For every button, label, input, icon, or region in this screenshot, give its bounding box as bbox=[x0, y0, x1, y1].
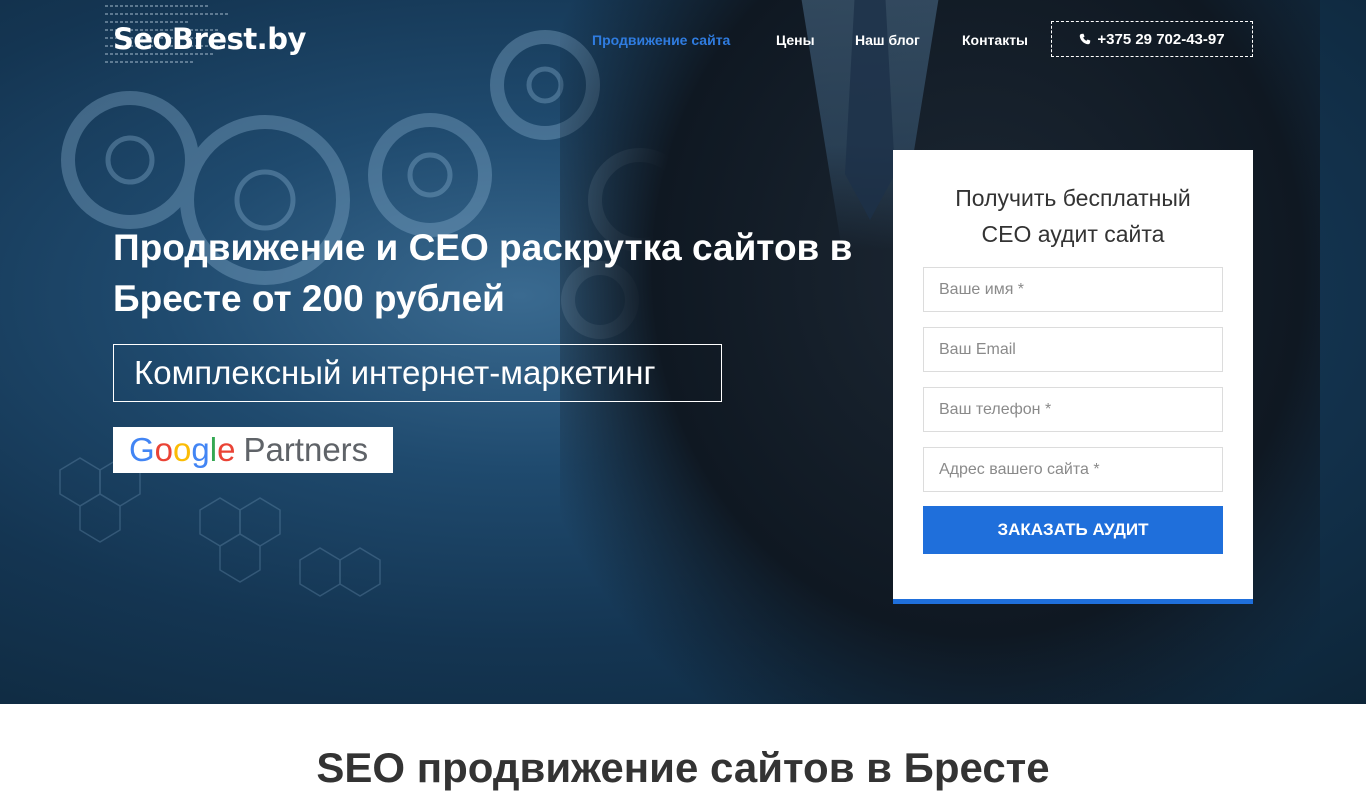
google-partners-badge: Google Partners bbox=[113, 427, 393, 473]
tagline-box: Комплексный интернет-маркетинг bbox=[113, 344, 722, 402]
nav-item-prices[interactable]: Цены bbox=[776, 32, 815, 48]
form-title: Получить бесплатный СЕО аудит сайта bbox=[893, 180, 1253, 252]
site-url-field[interactable] bbox=[923, 447, 1223, 492]
hero-headline: Продвижение и СЕО раскрутка сайтов в Бре… bbox=[113, 222, 873, 324]
audit-form: Получить бесплатный СЕО аудит сайта ЗАКА… bbox=[893, 150, 1253, 604]
headline-price: 200 bbox=[301, 278, 364, 319]
google-logo-text: Google bbox=[129, 431, 236, 468]
headline-line2-suffix: рублей bbox=[363, 278, 505, 319]
phone-number: +375 29 702-43-97 bbox=[1097, 30, 1225, 48]
nav-item-blog[interactable]: Наш блог bbox=[855, 32, 920, 48]
name-field[interactable] bbox=[923, 267, 1223, 312]
form-title-line1: Получить бесплатный bbox=[955, 185, 1191, 211]
headline-line1: Продвижение и СЕО раскрутка сайтов в bbox=[113, 227, 853, 268]
email-field[interactable] bbox=[923, 327, 1223, 372]
nav-item-promotion[interactable]: Продвижение сайта bbox=[592, 32, 730, 48]
partners-word: Partners bbox=[243, 431, 369, 468]
section-title: SEO продвижение сайтов в Бресте bbox=[316, 744, 1050, 791]
nav-item-contacts[interactable]: Контакты bbox=[962, 32, 1028, 48]
order-audit-button[interactable]: ЗАКАЗАТЬ АУДИТ bbox=[923, 506, 1223, 554]
phone-icon bbox=[1080, 33, 1091, 45]
phone-button[interactable]: +375 29 702-43-97 bbox=[1051, 21, 1253, 57]
headline-line2-prefix: Бресте от bbox=[113, 278, 302, 319]
site-logo[interactable]: SeoBrest.by bbox=[113, 22, 306, 56]
form-title-line2: СЕО аудит сайта bbox=[981, 221, 1165, 247]
hero-section: SeoBrest.by Продвижение сайта Цены Наш б… bbox=[0, 0, 1366, 704]
phone-field[interactable] bbox=[923, 387, 1223, 432]
